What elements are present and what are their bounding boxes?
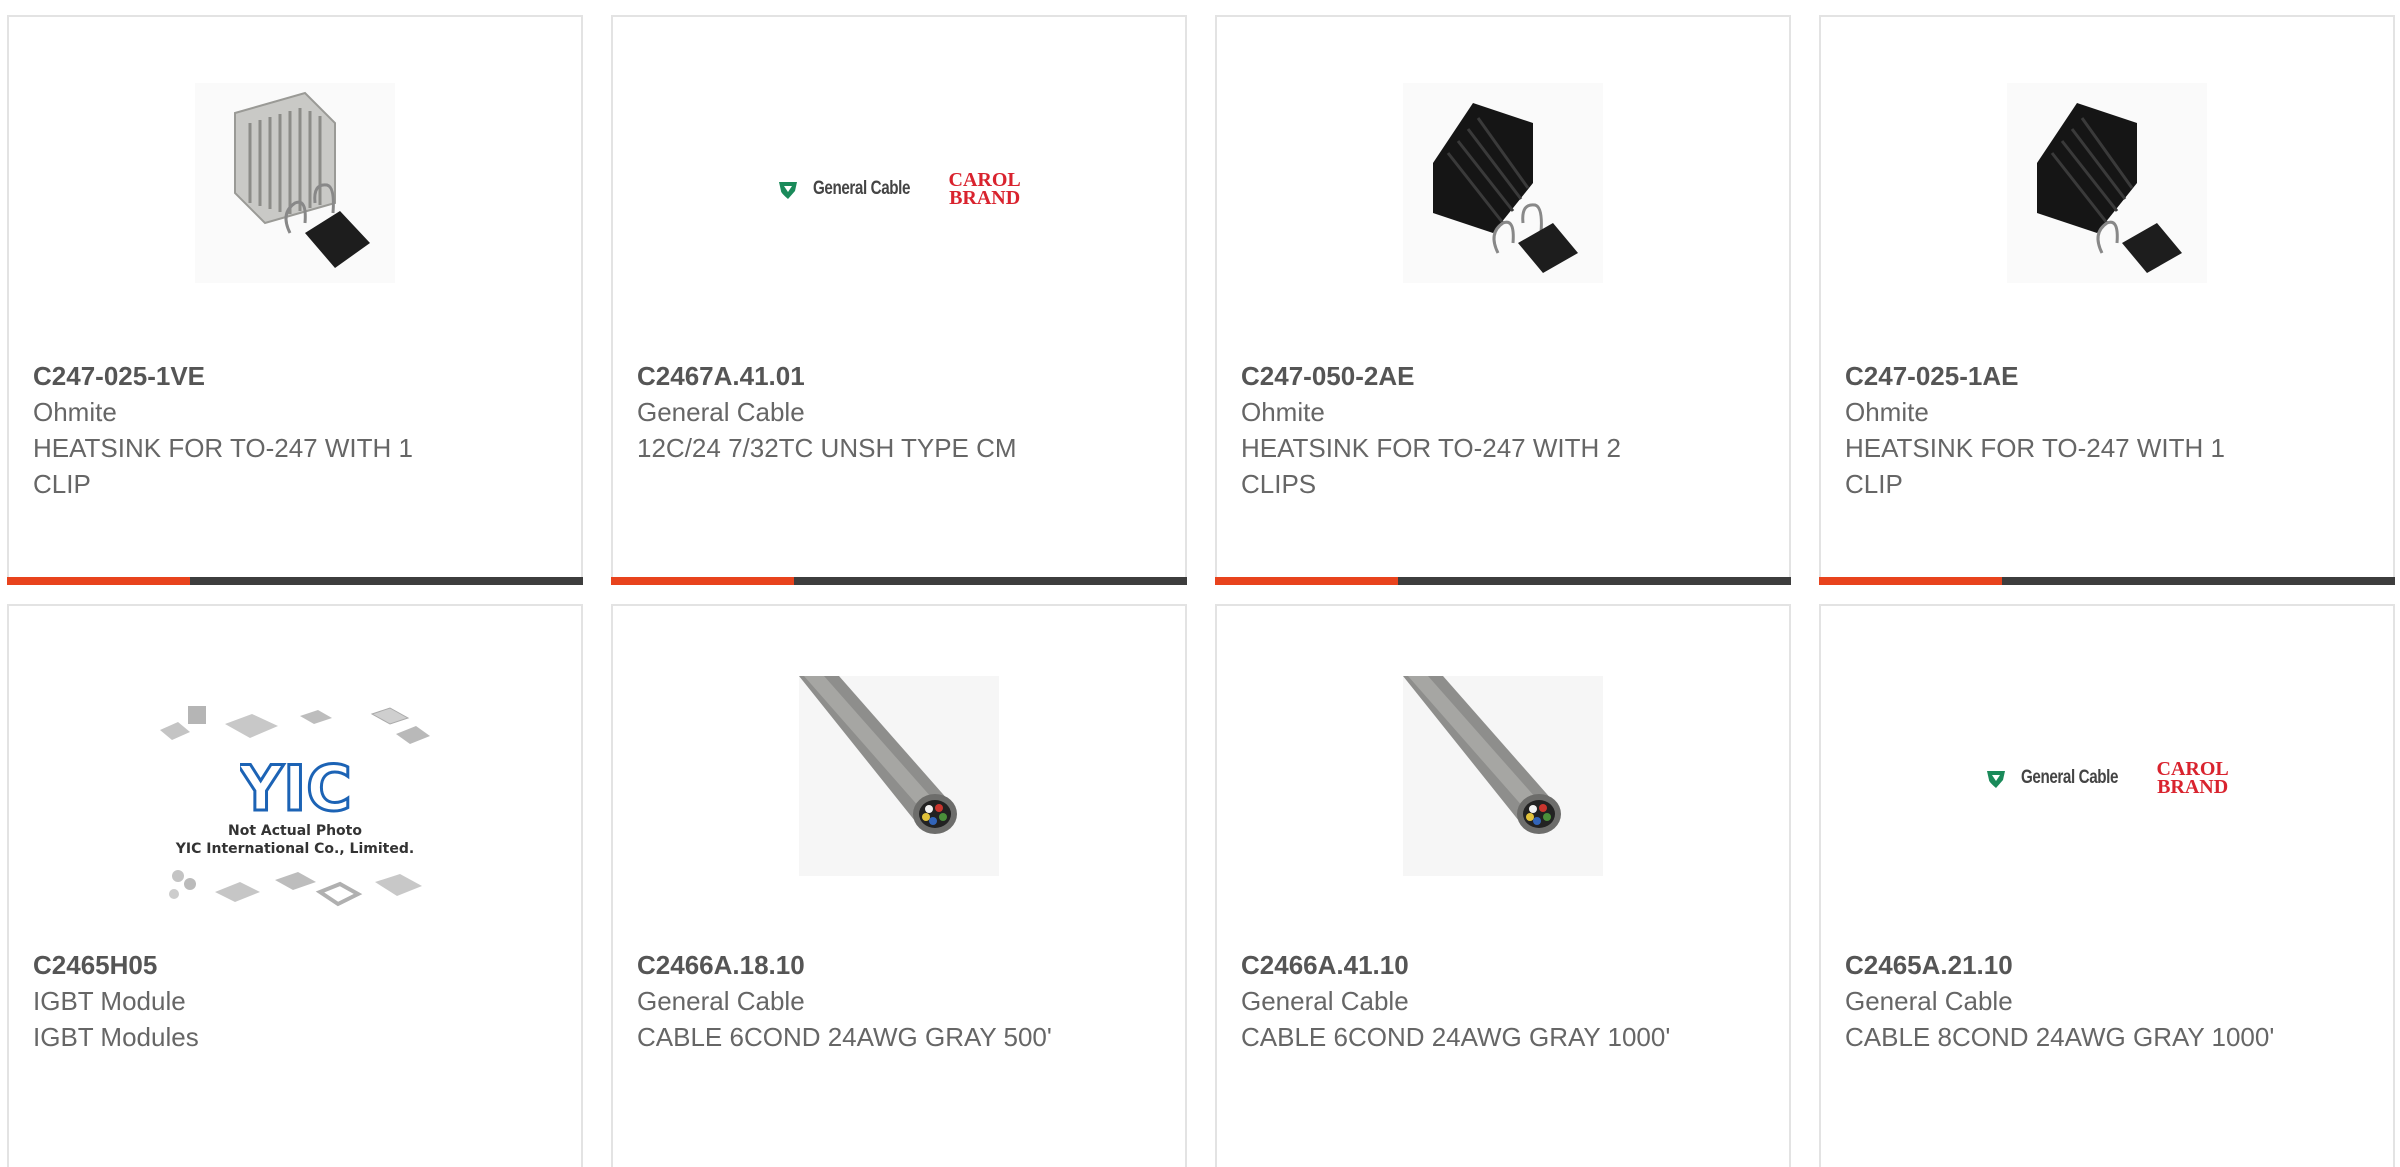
- product-grid: C247-025-1VE Ohmite HEATSINK FOR TO-247 …: [0, 0, 2400, 1167]
- heatsink-silver-image: [195, 83, 395, 283]
- chip-icons-bottom: [169, 870, 422, 907]
- part-number[interactable]: C247-025-1AE: [1845, 358, 2369, 394]
- general-cable-logo: General Cable CAROL BRAND: [1985, 759, 2229, 798]
- chip-icons-top: [160, 706, 430, 744]
- description: CABLE 6COND 24AWG GRAY 500': [637, 1022, 1052, 1052]
- product-image-placeholder[interactable]: YIC Not Actual Photo YIC International C…: [155, 688, 435, 928]
- description: CABLE 6COND 24AWG GRAY 1000': [1241, 1022, 1671, 1052]
- yic-placeholder: YIC Not Actual Photo YIC International C…: [160, 702, 430, 914]
- product-card[interactable]: General Cable CAROL BRAND C2467A.41.01 G…: [611, 15, 1187, 585]
- product-card[interactable]: C2466A.18.10 General Cable CABLE 6COND 2…: [611, 604, 1187, 1167]
- description: CABLE 8COND 24AWG GRAY 1000': [1845, 1022, 2275, 1052]
- product-image-logo[interactable]: General Cable CAROL BRAND: [759, 69, 1039, 309]
- card-accent: [611, 577, 794, 585]
- product-card[interactable]: C247-050-2AE Ohmite HEATSINK FOR TO-247 …: [1215, 15, 1791, 585]
- product-info: C247-025-1VE Ohmite HEATSINK FOR TO-247 …: [33, 358, 557, 502]
- description: HEATSINK FOR TO-247 WITH 1 CLIP: [33, 433, 413, 499]
- heatsink-black-image: [2007, 83, 2207, 283]
- product-info: C247-025-1AE Ohmite HEATSINK FOR TO-247 …: [1845, 358, 2369, 502]
- general-cable-logo-text: General Cable: [813, 178, 911, 199]
- part-number[interactable]: C2466A.41.10: [1241, 947, 1765, 983]
- part-number[interactable]: C247-050-2AE: [1241, 358, 1765, 394]
- yic-logo-mark: YIC: [240, 752, 350, 822]
- product-card[interactable]: YIC Not Actual Photo YIC International C…: [7, 604, 583, 1167]
- card-accent: [7, 577, 190, 585]
- manufacturer: Ohmite: [1241, 397, 1325, 427]
- manufacturer: Ohmite: [33, 397, 117, 427]
- gray-cable-image: [1403, 676, 1603, 876]
- product-info: C2466A.41.10 General Cable CABLE 6COND 2…: [1241, 947, 1765, 1055]
- card-bottom-bar: [1819, 577, 2395, 585]
- part-number[interactable]: C2467A.41.01: [637, 358, 1161, 394]
- general-cable-shield-icon: [1987, 771, 2006, 788]
- product-card[interactable]: General Cable CAROL BRAND C2465A.21.10 G…: [1819, 604, 2395, 1167]
- product-image-heatsink-silver[interactable]: [195, 83, 395, 283]
- manufacturer: General Cable: [1845, 986, 2013, 1016]
- card-bottom-bar: [611, 577, 1187, 585]
- carol-logo-line2: BRAND: [2157, 776, 2229, 798]
- description: HEATSINK FOR TO-247 WITH 2 CLIPS: [1241, 433, 1621, 499]
- heatsink-black-image: [1403, 83, 1603, 283]
- product-image-logo[interactable]: General Cable CAROL BRAND: [1967, 658, 2247, 898]
- product-image-heatsink-black[interactable]: [1403, 83, 1603, 283]
- product-image-cable[interactable]: [799, 676, 999, 876]
- description: HEATSINK FOR TO-247 WITH 1 CLIP: [1845, 433, 2225, 499]
- product-image-heatsink-black[interactable]: [2007, 83, 2207, 283]
- general-cable-logo-text: General Cable: [2021, 767, 2119, 788]
- part-number[interactable]: C2465H05: [33, 947, 557, 983]
- yic-caption-line2: YIC International Co., Limited.: [175, 841, 415, 857]
- part-number[interactable]: C2465A.21.10: [1845, 947, 2369, 983]
- product-card[interactable]: C2466A.41.10 General Cable CABLE 6COND 2…: [1215, 604, 1791, 1167]
- product-image-cable[interactable]: [1403, 676, 1603, 876]
- carol-brand-logo: CAROL BRAND: [949, 170, 1021, 209]
- card-bottom-bar: [7, 577, 583, 585]
- yic-logo-text: YIC: [240, 752, 350, 822]
- description: IGBT Modules: [33, 1022, 199, 1052]
- product-info: C2465H05 IGBT Module IGBT Modules: [33, 947, 557, 1055]
- general-cable-logo: General Cable CAROL BRAND: [777, 170, 1021, 209]
- yic-caption: Not Actual Photo YIC International Co., …: [176, 822, 414, 858]
- part-number[interactable]: C247-025-1VE: [33, 358, 557, 394]
- product-info: C2466A.18.10 General Cable CABLE 6COND 2…: [637, 947, 1161, 1055]
- product-info: C247-050-2AE Ohmite HEATSINK FOR TO-247 …: [1241, 358, 1765, 502]
- product-card[interactable]: C247-025-1VE Ohmite HEATSINK FOR TO-247 …: [7, 15, 583, 585]
- manufacturer: General Cable: [637, 397, 805, 427]
- description: 12C/24 7/32TC UNSH TYPE CM: [637, 433, 1017, 463]
- manufacturer: Ohmite: [1845, 397, 1929, 427]
- manufacturer: IGBT Module: [33, 986, 186, 1016]
- carol-logo-line2: BRAND: [949, 187, 1021, 209]
- product-info: C2465A.21.10 General Cable CABLE 8COND 2…: [1845, 947, 2369, 1055]
- manufacturer: General Cable: [1241, 986, 1409, 1016]
- part-number[interactable]: C2466A.18.10: [637, 947, 1161, 983]
- card-bottom-bar: [1215, 577, 1791, 585]
- yic-caption-line1: Not Actual Photo: [228, 823, 362, 839]
- card-accent: [1819, 577, 2002, 585]
- product-card[interactable]: C247-025-1AE Ohmite HEATSINK FOR TO-247 …: [1819, 15, 2395, 585]
- card-accent: [1215, 577, 1398, 585]
- general-cable-shield-icon: [779, 182, 798, 199]
- gray-cable-image: [799, 676, 999, 876]
- product-info: C2467A.41.01 General Cable 12C/24 7/32TC…: [637, 358, 1161, 466]
- manufacturer: General Cable: [637, 986, 805, 1016]
- carol-brand-logo: CAROL BRAND: [2157, 759, 2229, 798]
